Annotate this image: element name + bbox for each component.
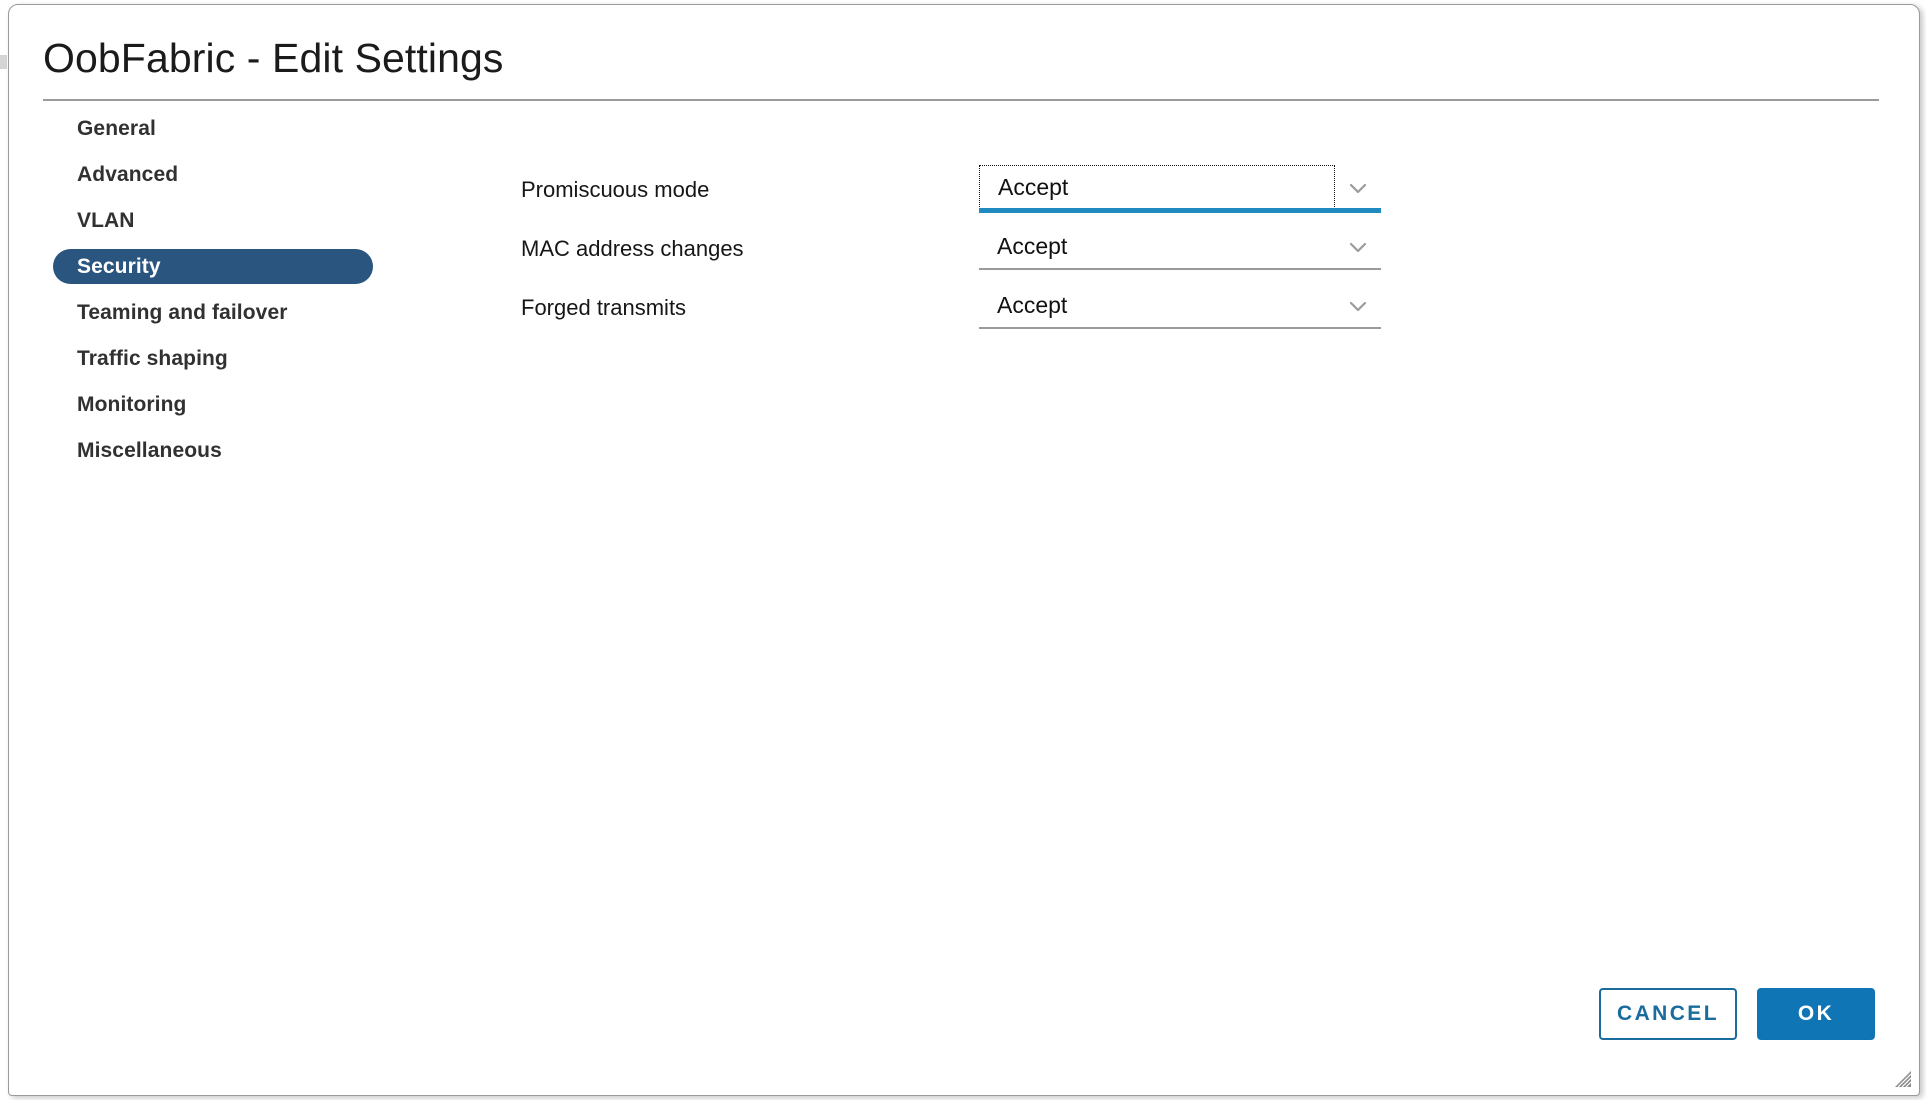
sidebar-item-label: Monitoring <box>77 392 187 416</box>
resize-grip-icon[interactable] <box>1891 1067 1913 1089</box>
forged-transmits-select[interactable]: Accept <box>979 283 1381 331</box>
sidebar-item-monitoring[interactable]: Monitoring <box>53 387 373 422</box>
form-row-promiscuous-mode: Promiscuous mode Accept <box>521 165 1421 224</box>
chevron-down-icon <box>1345 293 1371 319</box>
background-window-sliver <box>0 55 7 69</box>
sidebar-item-general[interactable]: General <box>53 111 373 146</box>
sidebar-item-label: Advanced <box>77 162 179 186</box>
sidebar-item-label: Traffic shaping <box>77 346 228 370</box>
dialog-title: OobFabric - Edit Settings <box>43 35 504 81</box>
sidebar-item-vlan[interactable]: VLAN <box>53 203 373 238</box>
screen: OobFabric - Edit Settings General Advanc… <box>0 0 1926 1100</box>
sidebar-item-teaming-and-failover[interactable]: Teaming and failover <box>53 295 373 330</box>
chevron-down-icon <box>1345 175 1371 201</box>
dialog-footer: CANCEL OK <box>1599 988 1875 1040</box>
security-settings-form: Promiscuous mode Accept MAC address chan… <box>521 165 1421 342</box>
edit-settings-dialog: OobFabric - Edit Settings General Advanc… <box>8 4 1920 1096</box>
mac-address-changes-select[interactable]: Accept <box>979 224 1381 272</box>
sidebar-item-label: Security <box>77 254 161 278</box>
promiscuous-mode-underline <box>979 208 1381 213</box>
mac-address-changes-select-box: Accept <box>979 224 1335 268</box>
cancel-button[interactable]: CANCEL <box>1599 988 1737 1040</box>
sidebar-item-label: Teaming and failover <box>77 300 288 324</box>
sidebar-item-advanced[interactable]: Advanced <box>53 157 373 192</box>
sidebar-item-label: VLAN <box>77 208 135 232</box>
promiscuous-mode-value: Accept <box>998 173 1069 200</box>
form-row-mac-address-changes: MAC address changes Accept <box>521 224 1421 283</box>
sidebar-item-security[interactable]: Security <box>53 249 373 284</box>
chevron-down-icon <box>1345 234 1371 260</box>
ok-button[interactable]: OK <box>1757 988 1875 1040</box>
mac-address-changes-label: MAC address changes <box>521 236 744 261</box>
forged-transmits-underline <box>979 327 1381 329</box>
promiscuous-mode-label: Promiscuous mode <box>521 177 710 202</box>
promiscuous-mode-select[interactable]: Accept <box>979 165 1381 213</box>
mac-address-changes-value: Accept <box>997 232 1068 259</box>
settings-category-nav: General Advanced VLAN Security Teaming a… <box>53 111 373 479</box>
promiscuous-mode-select-box: Accept <box>979 165 1335 209</box>
sidebar-item-label: General <box>77 116 156 140</box>
title-divider <box>43 99 1879 101</box>
sidebar-item-miscellaneous[interactable]: Miscellaneous <box>53 433 373 468</box>
mac-address-changes-underline <box>979 268 1381 270</box>
sidebar-item-label: Miscellaneous <box>77 438 222 462</box>
forged-transmits-value: Accept <box>997 291 1068 318</box>
sidebar-item-traffic-shaping[interactable]: Traffic shaping <box>53 341 373 376</box>
forged-transmits-select-box: Accept <box>979 283 1335 327</box>
form-row-forged-transmits: Forged transmits Accept <box>521 283 1421 342</box>
forged-transmits-label: Forged transmits <box>521 295 687 320</box>
